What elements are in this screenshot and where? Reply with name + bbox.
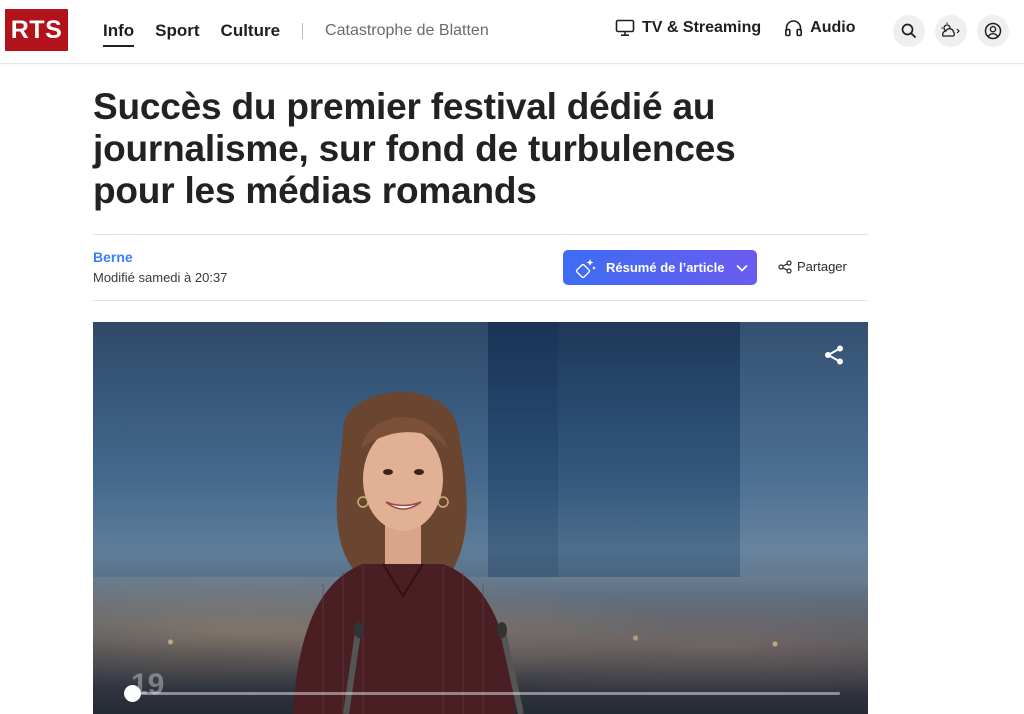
meta-top-divider — [93, 234, 868, 235]
audio-label: Audio — [810, 19, 856, 36]
logo-text: RTS — [10, 15, 63, 44]
article-summary-button[interactable]: Résumé de l’article — [563, 250, 757, 285]
audio-link[interactable]: Audio — [784, 19, 855, 37]
chevron-down-icon — [735, 264, 748, 272]
weather-icon — [941, 22, 960, 37]
meta-bottom-divider — [93, 300, 868, 301]
nav-item-culture[interactable]: Culture — [221, 21, 281, 41]
share-icon — [778, 259, 792, 274]
nav-topic-link[interactable]: Catastrophe de Blatten — [325, 22, 489, 40]
share-icon — [825, 345, 843, 365]
search-icon — [901, 23, 917, 39]
video-progress-bar[interactable] — [124, 685, 840, 702]
media-links: TV & Streaming Audio — [615, 19, 878, 37]
presenter-image — [293, 391, 524, 714]
headphones-icon — [785, 20, 803, 37]
nav-item-info[interactable]: Info — [103, 21, 135, 47]
weather-button[interactable] — [935, 15, 967, 47]
modified-date: Modifié samedi à 20:37 — [93, 270, 228, 285]
video-player[interactable]: 19 — [93, 322, 868, 714]
share-button[interactable]: Partager — [778, 259, 847, 274]
account-icon — [984, 22, 1002, 40]
sparkle-icon — [575, 258, 596, 278]
site-header: RTS Info Sport Culture Catastrophe de Bl… — [0, 0, 1024, 64]
summary-button-label: Résumé de l’article — [606, 260, 725, 275]
nav-divider — [302, 23, 304, 39]
rts-logo[interactable]: RTS — [5, 9, 68, 51]
article-headline: Succès du premier festival dédié au jour… — [93, 86, 736, 211]
main-nav: Info Sport Culture Catastrophe de Blatte… — [103, 18, 489, 47]
nav-item-sport[interactable]: Sport — [155, 21, 199, 41]
account-button[interactable] — [977, 15, 1009, 47]
video-share-button[interactable] — [823, 344, 845, 371]
tv-icon — [615, 19, 635, 37]
tv-streaming-link[interactable]: TV & Streaming — [615, 19, 761, 37]
location-link[interactable]: Berne — [93, 249, 133, 265]
video-progress-handle[interactable] — [124, 685, 141, 702]
search-button[interactable] — [893, 15, 925, 47]
share-label: Partager — [797, 259, 847, 274]
tv-streaming-label: TV & Streaming — [642, 19, 762, 36]
